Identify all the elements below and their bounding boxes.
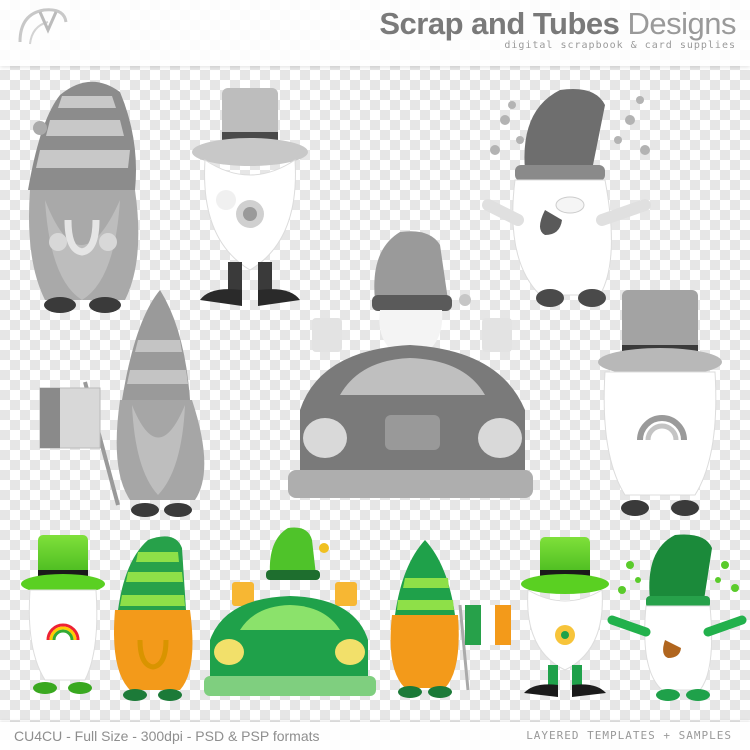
green-gnome-orange-beard [114, 536, 193, 701]
gray-gnome-pipe [482, 89, 651, 307]
brand-title: Scrap and Tubes Designs [379, 6, 736, 42]
green-gnome-flag [390, 540, 511, 698]
preview-canvas: Scrap and Tubes Designs digital scrapboo… [0, 0, 750, 750]
gray-gnome-top-hat [192, 88, 308, 306]
gray-gnome-striped-hat [28, 81, 139, 313]
green-gnome-pipe [607, 534, 747, 701]
green-gnome-car [204, 527, 376, 696]
green-gnome-rainbow [21, 535, 105, 694]
gray-gnome-flag [39, 290, 205, 517]
gray-gnome-rainbow [598, 290, 722, 516]
product-type: LAYERED TEMPLATES + SAMPLES [526, 729, 732, 742]
brand: Scrap and Tubes Designs digital scrapboo… [379, 6, 736, 51]
brand-name: Scrap and Tubes [379, 6, 620, 41]
info-footer: CU4CU - Full Size - 300dpi - PSD & PSP f… [0, 722, 750, 750]
brand-header: Scrap and Tubes Designs digital scrapboo… [0, 0, 750, 66]
brand-designs: Designs [627, 6, 737, 41]
gnome-artwork [21, 81, 747, 701]
format-info: CU4CU - Full Size - 300dpi - PSD & PSP f… [14, 728, 320, 744]
logo-swirl-icon [18, 8, 68, 45]
gray-gnome-car [288, 231, 533, 498]
green-gnome-top-hat [521, 537, 609, 697]
